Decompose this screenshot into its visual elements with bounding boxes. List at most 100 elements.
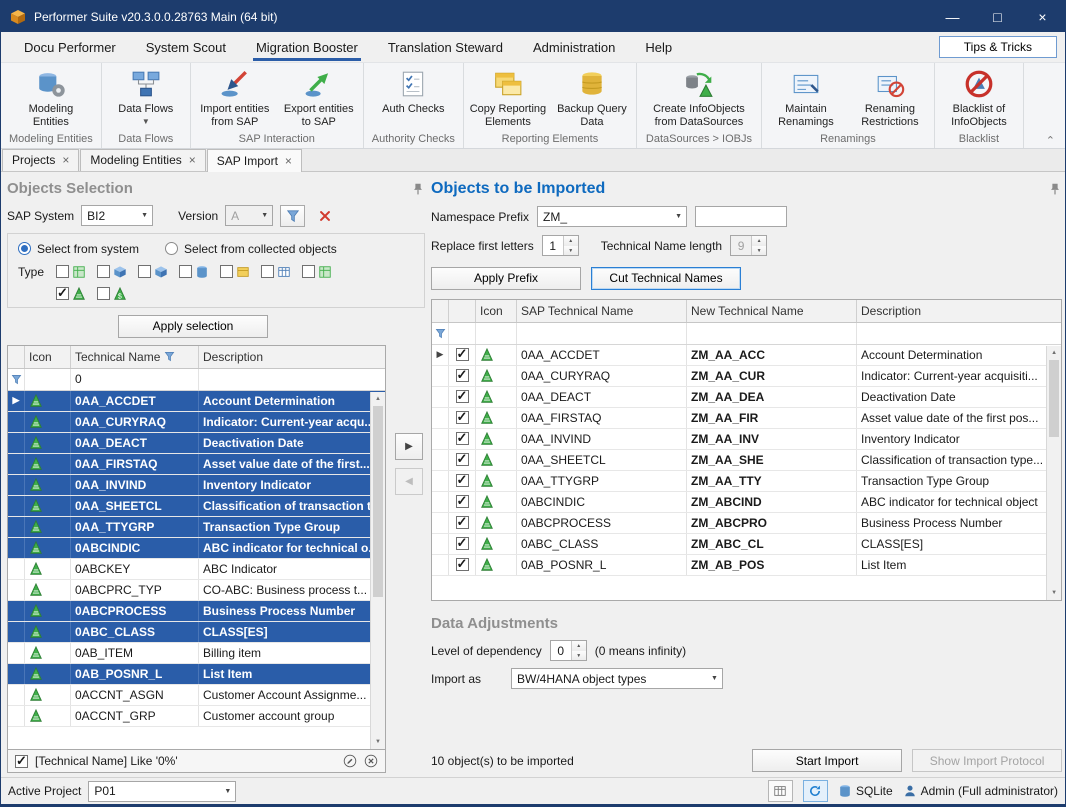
table-row[interactable]: 0AA_CURYRAQIndicator: Current-year acqu.… [8, 412, 385, 433]
column-header-description[interactable]: Description [857, 300, 1061, 322]
type-option-hierarchy-icon[interactable] [302, 265, 332, 279]
table-row[interactable]: 0AA_DEACTDeactivation Date [8, 433, 385, 454]
row-checkbox[interactable] [456, 432, 469, 445]
clear-selection-button[interactable] [312, 205, 337, 227]
namespace-custom-input[interactable] [695, 206, 787, 227]
cut-technical-names-button[interactable]: Cut Technical Names [591, 267, 741, 290]
ribbon-button-import-entities-from-sap[interactable]: Import entities from SAP [194, 65, 276, 131]
row-checkbox[interactable] [456, 411, 469, 424]
version-combo[interactable]: A▼ [225, 205, 273, 226]
close-button[interactable]: × [1020, 1, 1065, 32]
type-checkbox[interactable] [56, 265, 69, 278]
ribbon-button-backup-query-data[interactable]: Backup Query Data [551, 65, 633, 131]
filter-cell[interactable] [687, 323, 857, 344]
table-row[interactable]: 0AA_INVINDInventory Indicator [8, 475, 385, 496]
scroll-track[interactable] [1047, 360, 1061, 586]
menu-item-migration-booster[interactable]: Migration Booster [241, 32, 373, 62]
column-header-icon[interactable]: Icon [25, 346, 71, 368]
level-of-dependency-spinner[interactable]: 0 ▲▼ [550, 640, 587, 661]
filter-cell[interactable] [517, 323, 687, 344]
show-import-protocol-button[interactable]: Show Import Protocol [912, 749, 1062, 772]
table-row[interactable]: 0ACCNT_ASGNCustomer Account Assignme... [8, 685, 385, 706]
row-checkbox[interactable] [456, 348, 469, 361]
ribbon-button-renaming-restrictions[interactable]: Renaming Restrictions [849, 65, 931, 131]
type-option-multiprovider-icon[interactable] [138, 265, 168, 279]
ribbon-button-maintain-renamings[interactable]: Maintain Renamings [765, 65, 847, 131]
spin-up-icon[interactable]: ▲ [564, 236, 578, 246]
ribbon-button-blacklist-of-infoobjects[interactable]: Blacklist of InfoObjects [938, 65, 1020, 131]
move-right-button[interactable]: ▶ [395, 433, 423, 460]
ribbon-button-export-entities-to-sap[interactable]: Export entities to SAP [278, 65, 360, 131]
spin-down-icon[interactable]: ▼ [564, 246, 578, 256]
clear-filter-icon[interactable] [364, 754, 378, 768]
type-checkbox[interactable] [138, 265, 151, 278]
table-row[interactable]: 0AB_ITEMBilling item [8, 643, 385, 664]
row-checkbox[interactable] [456, 390, 469, 403]
table-row[interactable]: 0ABCINDICABC indicator for technical o..… [8, 538, 385, 559]
column-header-sap-technical-name[interactable]: SAP Technical Name [517, 300, 687, 322]
tab-modeling-entities[interactable]: Modeling Entities× [80, 149, 205, 171]
close-tab-icon[interactable]: × [285, 154, 292, 168]
type-option-datastore-icon[interactable] [179, 265, 209, 279]
type-checkbox[interactable] [97, 287, 110, 300]
row-checkbox[interactable] [456, 474, 469, 487]
table-row[interactable]: 0AA_FIRSTAQAsset value date of the first… [8, 454, 385, 475]
table-row[interactable]: 0AA_SHEETCLZM_AA_SHEClassification of tr… [432, 450, 1061, 471]
log-panel-button[interactable] [768, 780, 793, 802]
type-option-infocube-icon[interactable] [97, 265, 127, 279]
menu-item-administration[interactable]: Administration [518, 32, 630, 62]
active-project-combo[interactable]: P01▼ [88, 781, 236, 802]
filter-cell[interactable]: 0 [71, 369, 199, 390]
table-row[interactable]: 0ABC_CLASSZM_ABC_CLCLASS[ES] [432, 534, 1061, 555]
table-row[interactable]: 0AA_SHEETCLClassification of transaction… [8, 496, 385, 517]
tab-sap-import[interactable]: SAP Import× [207, 149, 302, 172]
sap-system-combo[interactable]: BI2▼ [81, 205, 153, 226]
table-row[interactable]: 0AA_TTYGRPTransaction Type Group [8, 517, 385, 538]
menu-item-help[interactable]: Help [630, 32, 687, 62]
scroll-track[interactable] [371, 406, 385, 735]
close-tab-icon[interactable]: × [189, 153, 196, 167]
menu-item-translation-steward[interactable]: Translation Steward [373, 32, 518, 62]
type-option-currency-unit-icon[interactable] [97, 287, 127, 301]
filter-cell[interactable] [476, 323, 517, 344]
filter-cell[interactable] [199, 369, 385, 390]
row-checkbox[interactable] [456, 537, 469, 550]
edit-filter-icon[interactable] [343, 754, 357, 768]
edit-filter-button[interactable] [280, 205, 305, 227]
vertical-scrollbar[interactable]: ▲▼ [1046, 346, 1061, 600]
type-option-query-icon[interactable] [261, 265, 291, 279]
move-left-button[interactable]: ◀ [395, 468, 423, 495]
refresh-button[interactable] [803, 780, 828, 802]
tab-projects[interactable]: Projects× [2, 149, 79, 171]
menu-item-docu-performer[interactable]: Docu Performer [9, 32, 131, 62]
namespace-prefix-combo[interactable]: ZM_▼ [537, 206, 687, 227]
radio-select-from-collected-objects[interactable]: Select from collected objects [165, 242, 337, 256]
pin-icon[interactable] [1048, 182, 1062, 196]
table-row[interactable]: 0AA_CURYRAQZM_AA_CURIndicator: Current-y… [432, 366, 1061, 387]
type-option-infoarea-icon[interactable] [56, 265, 86, 279]
table-row[interactable]: 0ABCKEYABC Indicator [8, 559, 385, 580]
scroll-down-icon[interactable]: ▼ [1047, 586, 1061, 600]
type-checkbox[interactable] [220, 265, 233, 278]
menu-item-system-scout[interactable]: System Scout [131, 32, 241, 62]
type-checkbox[interactable] [179, 265, 192, 278]
radio-select-from-system[interactable]: Select from system [18, 242, 139, 256]
column-header-new-technical-name[interactable]: New Technical Name [687, 300, 857, 322]
vertical-scrollbar[interactable]: ▲▼ [370, 392, 385, 749]
table-row[interactable]: 0AA_DEACTZM_AA_DEADeactivation Date [432, 387, 1061, 408]
import-as-combo[interactable]: BW/4HANA object types▼ [511, 668, 723, 689]
technical-name-length-spinner[interactable]: 9 ▲▼ [730, 235, 767, 256]
pin-icon[interactable] [411, 182, 425, 196]
replace-first-letters-spinner[interactable]: 1 ▲▼ [542, 235, 579, 256]
filter-enabled-checkbox[interactable] [15, 755, 28, 768]
tips-tricks-button[interactable]: Tips & Tricks [939, 36, 1057, 58]
table-row[interactable]: 0ACCNT_GRPCustomer account group [8, 706, 385, 727]
spin-down-icon[interactable]: ▼ [572, 651, 586, 661]
collapse-ribbon-button[interactable]: ⌃ [1046, 134, 1055, 147]
apply-prefix-button[interactable]: Apply Prefix [431, 267, 581, 290]
maximize-button[interactable]: □ [975, 1, 1020, 32]
type-checkbox[interactable] [261, 265, 274, 278]
type-option-datasource-icon[interactable] [220, 265, 250, 279]
scroll-up-icon[interactable]: ▲ [1047, 346, 1061, 360]
row-checkbox[interactable] [456, 453, 469, 466]
